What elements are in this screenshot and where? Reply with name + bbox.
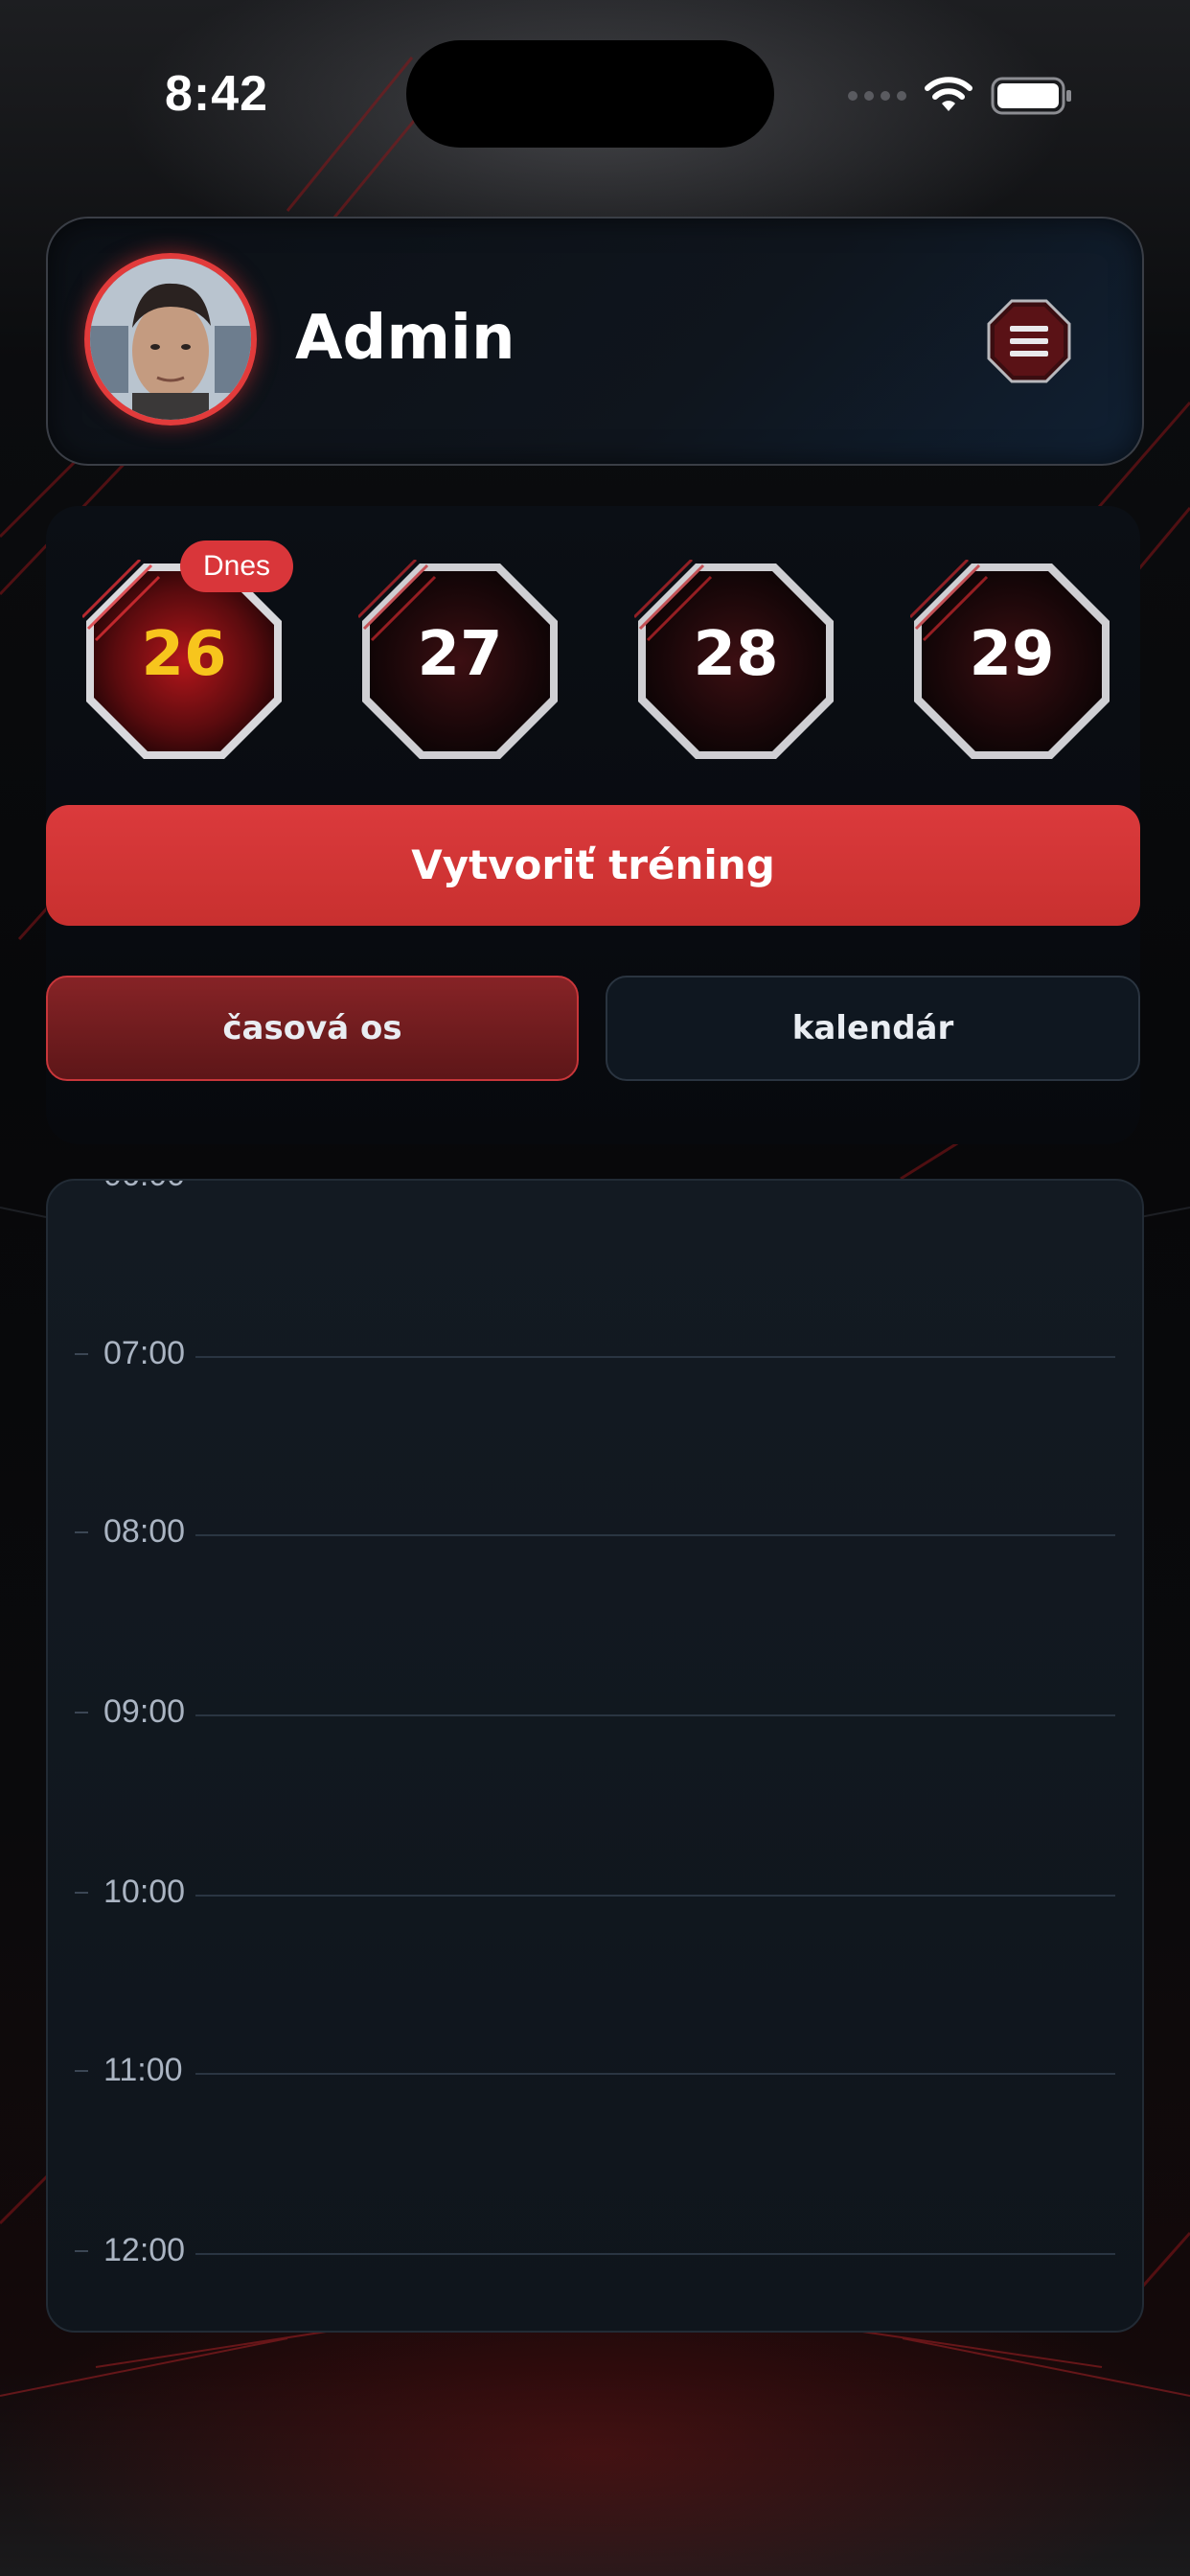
avatar[interactable] <box>84 253 257 426</box>
hour-tick <box>75 2250 88 2252</box>
battery-icon <box>991 77 1071 115</box>
day-27[interactable]: 27 <box>358 560 561 763</box>
hamburger-menu-icon <box>987 299 1071 383</box>
hour-gridline <box>195 2073 1115 2075</box>
hour-label: 06:00 <box>103 1181 185 1194</box>
day-number: 26 <box>141 619 227 690</box>
hour-tick <box>75 1353 88 1355</box>
hour-row: 11:00 <box>48 2051 1142 2089</box>
today-badge: Dnes <box>180 540 294 592</box>
hour-gridline <box>195 1356 1115 1358</box>
status-icons <box>848 75 1073 117</box>
hour-tick <box>75 1712 88 1714</box>
wifi-icon <box>925 77 973 111</box>
hour-tick <box>75 1892 88 1894</box>
hour-label: 12:00 <box>103 2232 186 2268</box>
hour-gridline <box>195 1534 1115 1536</box>
day-number: 28 <box>693 619 779 690</box>
hour-label: 10:00 <box>103 1874 186 1910</box>
hour-row: 08:00 <box>48 1512 1142 1551</box>
hour-label: 09:00 <box>103 1693 186 1730</box>
hour-gridline <box>195 1895 1115 1897</box>
hour-row: 12:00 <box>48 2231 1142 2269</box>
avatar-photo <box>90 259 251 420</box>
hour-row: 10:00 <box>48 1873 1142 1911</box>
hour-gridline <box>195 1179 1115 1180</box>
hour-row: 06:00 <box>48 1179 1142 1194</box>
cellular-signal-icon <box>848 91 906 101</box>
day-number: 29 <box>969 619 1055 690</box>
hour-row: 09:00 <box>48 1692 1142 1731</box>
hour-tick <box>75 1531 88 1533</box>
hour-row: 07:00 <box>48 1334 1142 1372</box>
calendar-view-button[interactable]: kalendár <box>606 976 1140 1081</box>
timeline-scroll-area[interactable]: 06:00 07:00 08:00 09:00 10:00 11:00 <box>46 1179 1144 2333</box>
hour-gridline <box>195 1714 1115 1716</box>
create-training-button[interactable]: Vytvoriť tréning <box>46 805 1140 926</box>
hour-tick <box>75 2070 88 2072</box>
timeline-view-button[interactable]: časová os <box>46 976 579 1081</box>
hour-label: 11:00 <box>103 2052 183 2088</box>
hour-label: 07:00 <box>103 1335 186 1371</box>
profile-header-card: Admin <box>46 217 1144 466</box>
day-29[interactable]: 29 <box>910 560 1113 763</box>
app-screen: 8:42 Admin Dnes 26 27 28 29 Vytvoriť tré… <box>0 0 1190 2576</box>
hour-gridline <box>195 2253 1115 2255</box>
day-selector-card: Dnes 26 27 28 29 Vytvoriť tréning časová… <box>46 506 1140 1144</box>
menu-button[interactable] <box>985 297 1073 385</box>
hour-label: 08:00 <box>103 1513 186 1550</box>
status-time: 8:42 <box>165 66 269 122</box>
day-28[interactable]: 28 <box>634 560 837 763</box>
dynamic-island <box>406 40 774 148</box>
day-number: 27 <box>417 619 503 690</box>
user-name: Admin <box>295 303 515 374</box>
